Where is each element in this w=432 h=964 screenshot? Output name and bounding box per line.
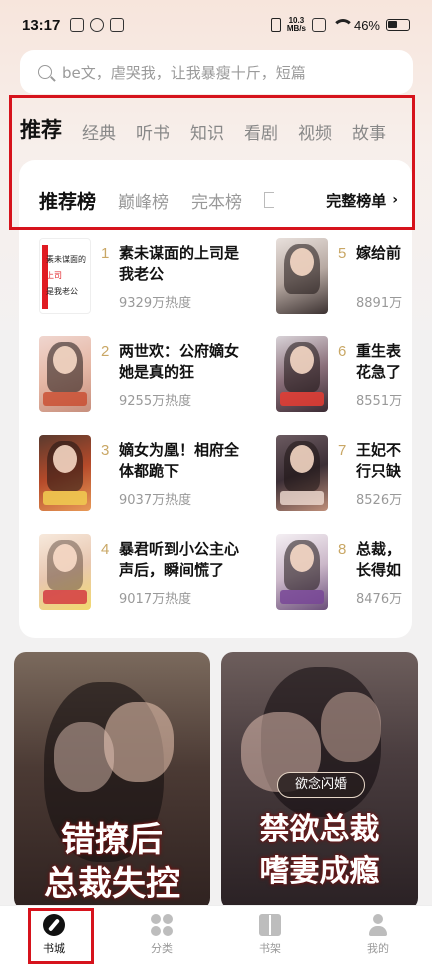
book-heat: 9017万热度 (119, 592, 192, 607)
book-item[interactable]: 3 嫡女为凰！相府全 体都跪下 9037万热度 (39, 435, 279, 515)
nav-bookshelf[interactable]: 书架 (216, 906, 324, 964)
rank-number: 1 (101, 245, 110, 262)
book-cover (39, 435, 91, 511)
cover-text: 上司 (46, 271, 62, 280)
status-time: 13:17 (22, 16, 61, 34)
promo-banner[interactable]: 错撩后 总裁失控 (14, 652, 210, 910)
book-heat: 8476万 (356, 592, 403, 607)
grid-icon (151, 914, 173, 936)
notification-icons (70, 18, 125, 32)
promo-title-line1: 禁欲总裁 (259, 812, 380, 847)
book-cover (39, 336, 91, 412)
battery-percent: 46% (353, 17, 380, 33)
status-bar: 13:17 10.3 MB/s 46% (0, 0, 432, 50)
promo-title-line2: 总裁失控 (44, 864, 180, 904)
rank-number: 2 (101, 343, 110, 360)
rank-number: 6 (338, 343, 347, 360)
book-item[interactable]: 2 两世欢：公府嫡女 她是真的狂 9255万热度 (39, 336, 279, 416)
tab-story[interactable]: 故事 (352, 119, 386, 148)
book-item[interactable]: 素未谋面的 上司 是我老公 1 素未谋面的上司是 我老公 9329万热度 (39, 238, 279, 318)
clipped-tab[interactable] (264, 192, 275, 208)
rank-number: 7 (338, 442, 347, 459)
promo-title-line2: 嗜妻成瘾 (259, 854, 380, 889)
rank-number: 8 (338, 541, 347, 558)
book-title: 嫡女为凰！相府全 体都跪下 (119, 441, 240, 480)
nav-profile[interactable]: 我的 (324, 906, 432, 964)
vibrate-icon (270, 18, 281, 32)
book-item[interactable]: 6 重生表 花急了 8551万 (276, 336, 412, 416)
category-tabs: 推荐 经典 听书 知识 看剧 视频 故事 (20, 108, 412, 148)
tab-completed-rank[interactable]: 完本榜 (191, 188, 242, 213)
promo-title-line1: 错撩后 (61, 820, 163, 860)
status-right: 10.3 MB/s 46% (270, 17, 410, 33)
tab-recommend[interactable]: 推荐 (20, 114, 62, 148)
wifi-icon (331, 19, 354, 31)
sim-icon (311, 18, 326, 32)
nav-label: 分类 (151, 942, 173, 955)
tab-video[interactable]: 视频 (298, 119, 332, 148)
book-cover (276, 435, 328, 511)
book-cover (39, 534, 91, 610)
notification-app-icon (90, 18, 105, 32)
tab-knowledge[interactable]: 知识 (190, 119, 224, 148)
full-list-label: 完整榜单 (326, 191, 387, 210)
book-heat: 9037万热度 (119, 493, 192, 508)
ranking-card: 推荐榜 巅峰榜 完本榜 完整榜单 › 素未谋面的 上司 是我老公 1 素未谋面的… (19, 160, 412, 638)
rank-number: 5 (338, 245, 347, 262)
book-cover: 素未谋面的 上司 是我老公 (39, 238, 91, 314)
book-title: 两世欢：公府嫡女 她是真的狂 (119, 342, 240, 381)
search-icon (38, 65, 52, 79)
book-cover (276, 336, 328, 412)
book-title: 重生表 花急了 (356, 342, 402, 381)
book-title: 总裁， 长得如 (356, 540, 402, 579)
tab-peak-rank[interactable]: 巅峰榜 (118, 188, 169, 213)
book-title: 王妃不 行只缺 (356, 441, 402, 480)
book-icon (259, 914, 281, 936)
battery-icon (386, 19, 410, 31)
search-placeholder: be文，虐哭我，让我暴瘦十斤，短篇 (62, 63, 306, 82)
book-heat: 8891万 (356, 296, 403, 311)
book-item[interactable]: 8 总裁， 长得如 8476万 (276, 534, 412, 614)
book-heat: 8526万 (356, 493, 403, 508)
promo-badge: 欲念闪婚 (277, 772, 365, 798)
compass-icon (43, 914, 65, 936)
book-cover (276, 238, 328, 314)
ranking-tabs: 推荐榜 巅峰榜 完本榜 完整榜单 › (19, 182, 412, 218)
book-heat: 8551万 (356, 394, 403, 409)
cover-text: 是我老公 (46, 287, 78, 296)
tab-drama[interactable]: 看剧 (244, 119, 278, 148)
notification-app-icon (110, 18, 125, 32)
book-cover (276, 534, 328, 610)
book-item[interactable]: 5 嫁给前 8891万 (276, 238, 412, 318)
book-item[interactable]: 4 暴君听到小公主心 声后，瞬间慌了 9017万热度 (39, 534, 279, 614)
tab-classic[interactable]: 经典 (82, 119, 116, 148)
nav-bookstore[interactable]: 书城 (0, 906, 108, 964)
nav-category[interactable]: 分类 (108, 906, 216, 964)
book-item[interactable]: 7 王妃不 行只缺 8526万 (276, 435, 412, 515)
book-heat: 9255万热度 (119, 394, 192, 409)
network-speed-unit: MB/s (286, 24, 306, 33)
cover-text: 素未谋面的 (46, 255, 86, 264)
rank-number: 4 (101, 541, 110, 558)
notification-app-icon (70, 18, 85, 32)
rank-number: 3 (101, 442, 110, 459)
promo-banner[interactable]: 欲念闪婚 禁欲总裁 嗜妻成瘾 (221, 652, 418, 910)
network-speed: 10.3 MB/s (287, 17, 306, 33)
user-icon (367, 914, 389, 936)
book-title: 素未谋面的上司是 我老公 (119, 244, 240, 283)
search-bar[interactable]: be文，虐哭我，让我暴瘦十斤，短篇 (20, 50, 413, 94)
nav-label: 我的 (367, 942, 389, 955)
book-heat: 9329万热度 (119, 296, 192, 311)
tab-recommend-rank[interactable]: 推荐榜 (39, 187, 96, 214)
full-list-button[interactable]: 完整榜单 › (308, 182, 412, 218)
book-title: 嫁给前 (356, 244, 402, 262)
nav-label: 书城 (43, 942, 65, 955)
nav-label: 书架 (259, 942, 281, 955)
bottom-nav: 书城 分类 书架 我的 (0, 905, 432, 964)
chevron-right-icon: › (392, 192, 398, 208)
tab-audiobook[interactable]: 听书 (136, 119, 170, 148)
book-title: 暴君听到小公主心 声后，瞬间慌了 (119, 540, 240, 579)
